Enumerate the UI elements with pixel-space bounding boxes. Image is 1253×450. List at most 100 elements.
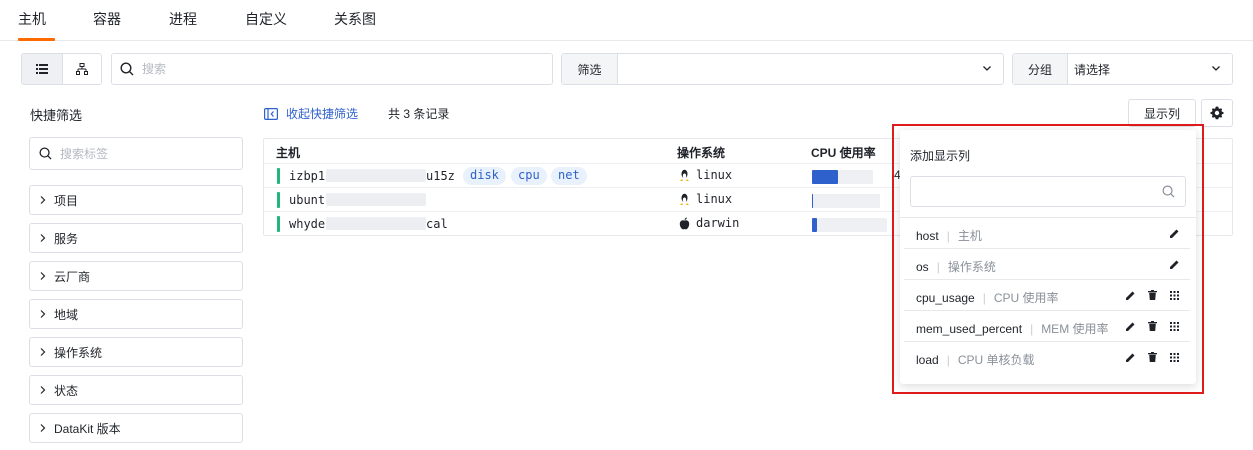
- chevron-right-icon: [40, 348, 46, 356]
- quick-filter-label: 项目: [54, 193, 79, 208]
- top-tab-bar: 主机 容器 进程 自定义 关系图: [0, 0, 1253, 41]
- search-icon: [120, 62, 134, 76]
- host-tag[interactable]: net: [551, 167, 587, 185]
- collapse-quick-filter-link[interactable]: 收起快捷筛选: [264, 105, 358, 122]
- column-item-load[interactable]: load | CPU 单核负载: [904, 342, 1190, 373]
- cpu-usage-bar: [812, 170, 873, 184]
- drag-handle-icon[interactable]: [1168, 320, 1180, 332]
- column-label: CPU 单核负载: [957, 353, 1035, 367]
- chevron-right-icon: [40, 196, 46, 204]
- linux-tux-icon: [678, 192, 690, 206]
- tab-container[interactable]: 容器: [93, 9, 121, 29]
- column-key: cpu_usage: [916, 291, 975, 305]
- host-name-prefix[interactable]: izbp1: [289, 169, 325, 183]
- quick-filter-region[interactable]: 地域: [29, 299, 243, 329]
- quick-filter-search: [29, 137, 243, 170]
- host-name-suffix[interactable]: u15z: [426, 169, 455, 183]
- quick-filter-cloud-provider[interactable]: 云厂商: [29, 261, 243, 291]
- trash-icon[interactable]: [1146, 289, 1158, 301]
- topology-icon: [75, 63, 88, 75]
- group-select[interactable]: 分组 请选择: [1012, 53, 1233, 85]
- tab-custom[interactable]: 自定义: [245, 9, 287, 29]
- tag-search-input[interactable]: [60, 146, 230, 161]
- os-cell: darwin: [678, 216, 739, 230]
- filter-value[interactable]: [618, 54, 1003, 84]
- linux-tux-icon: [678, 168, 690, 182]
- group-value-text: 请选择: [1074, 62, 1111, 77]
- host-name-prefix[interactable]: whyde: [289, 217, 325, 231]
- list-icon: [35, 64, 48, 74]
- quick-filter-datakit-version[interactable]: DataKit 版本: [29, 413, 243, 443]
- list-view-button[interactable]: [22, 54, 62, 84]
- cpu-usage-bar: [812, 218, 887, 232]
- column-header-host[interactable]: 主机: [276, 144, 300, 161]
- redacted-host-segment: [326, 217, 426, 230]
- column-key: os: [916, 260, 929, 274]
- quick-filter-os[interactable]: 操作系统: [29, 337, 243, 367]
- search-input[interactable]: [142, 62, 542, 76]
- column-item-mem-used-percent[interactable]: mem_used_percent | MEM 使用率: [904, 311, 1190, 342]
- edit-icon[interactable]: [1124, 289, 1136, 301]
- quick-filter-title: 快捷筛选: [30, 108, 83, 123]
- view-mode-toggle: [21, 53, 102, 85]
- trash-icon[interactable]: [1146, 320, 1158, 332]
- settings-button[interactable]: [1201, 99, 1233, 127]
- apple-icon: [678, 216, 690, 230]
- column-header-cpu[interactable]: CPU 使用率: [811, 144, 876, 161]
- edit-icon[interactable]: [1124, 320, 1136, 332]
- group-value[interactable]: 请选择: [1068, 54, 1232, 84]
- os-name: linux: [696, 168, 733, 182]
- host-name-suffix[interactable]: cal: [426, 217, 448, 231]
- drag-handle-icon[interactable]: [1168, 289, 1180, 301]
- drag-handle-icon[interactable]: [1168, 351, 1180, 363]
- os-cell: linux: [678, 168, 732, 182]
- quick-filter-status[interactable]: 状态: [29, 375, 243, 405]
- edit-icon[interactable]: [1124, 351, 1136, 363]
- quick-filter-label: DataKit 版本: [54, 421, 121, 436]
- quick-filter-service[interactable]: 服务: [29, 223, 243, 253]
- status-indicator: [277, 216, 280, 232]
- column-label: 操作系统: [947, 260, 996, 274]
- column-search: [910, 176, 1186, 207]
- redacted-host-segment: [326, 169, 426, 182]
- filter-label: 筛选: [562, 54, 618, 84]
- quick-filter-label: 操作系统: [54, 345, 103, 360]
- os-name: darwin: [696, 216, 740, 230]
- display-columns-button[interactable]: 显示列: [1128, 99, 1196, 127]
- tab-relation-graph[interactable]: 关系图: [334, 9, 376, 29]
- popover-title: 添加显示列: [910, 149, 971, 163]
- chevron-right-icon: [40, 272, 46, 280]
- column-key: host: [916, 229, 939, 243]
- column-search-input[interactable]: [919, 184, 1149, 198]
- column-item-os[interactable]: os | 操作系统: [904, 249, 1190, 280]
- column-item-host[interactable]: host | 主机: [904, 218, 1190, 249]
- tab-host[interactable]: 主机: [18, 9, 46, 29]
- column-key: load: [916, 353, 939, 367]
- column-list: host | 主机 os | 操作系统 cpu_usage | CPU 使用率 mem_us…: [900, 217, 1196, 373]
- host-tag[interactable]: cpu: [511, 167, 547, 185]
- search-icon: [1162, 185, 1175, 198]
- column-label: CPU 使用率: [993, 291, 1059, 305]
- host-name-prefix[interactable]: ubunt: [289, 193, 325, 207]
- chevron-right-icon: [40, 234, 46, 242]
- active-tab-indicator: [18, 38, 55, 41]
- trash-icon[interactable]: [1146, 351, 1158, 363]
- host-search: [111, 53, 553, 85]
- cpu-usage-fill: [812, 194, 814, 208]
- chevron-right-icon: [40, 424, 46, 432]
- column-item-cpu-usage[interactable]: cpu_usage | CPU 使用率: [904, 280, 1190, 311]
- collapse-label: 收起快捷筛选: [286, 107, 359, 121]
- edit-icon[interactable]: [1168, 258, 1180, 270]
- cpu-usage-fill: [812, 170, 838, 184]
- edit-icon[interactable]: [1168, 227, 1180, 239]
- record-count: 共 3 条记录: [388, 107, 450, 121]
- quick-filter-label: 状态: [54, 383, 79, 398]
- column-label: 主机: [957, 229, 982, 243]
- topology-view-button[interactable]: [61, 54, 102, 84]
- tab-process[interactable]: 进程: [169, 9, 197, 29]
- host-tag[interactable]: disk: [463, 167, 506, 185]
- filter-select[interactable]: 筛选: [561, 53, 1004, 85]
- column-header-os[interactable]: 操作系统: [677, 144, 725, 161]
- cpu-usage-bar: [812, 194, 880, 208]
- quick-filter-project[interactable]: 项目: [29, 185, 243, 215]
